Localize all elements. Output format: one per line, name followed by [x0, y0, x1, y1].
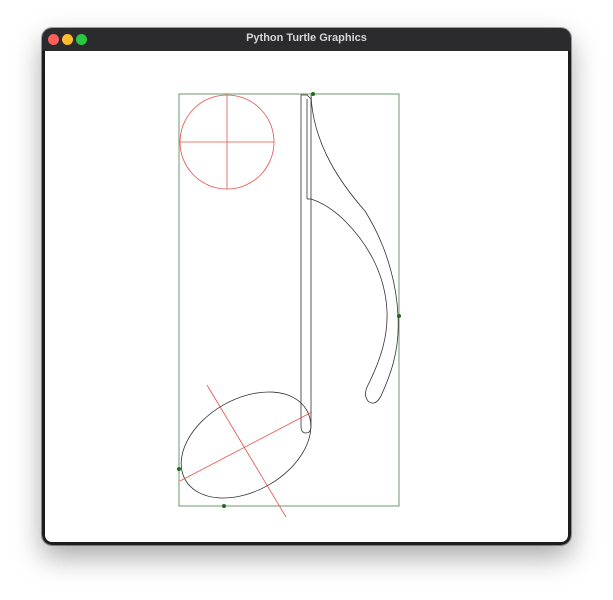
note-head-axes — [179, 384, 313, 518]
turtle-window: Python Turtle Graphics — [42, 28, 571, 545]
key-points — [177, 92, 401, 508]
window-title: Python Turtle Graphics — [246, 32, 367, 44]
turtle-canvas[interactable] — [45, 51, 568, 543]
drawing-svg — [177, 92, 401, 518]
title-bar[interactable]: Python Turtle Graphics — [42, 28, 571, 51]
note-stem — [300, 94, 312, 434]
bounding-box — [178, 93, 400, 507]
note-flag — [310, 94, 399, 404]
construction-circle — [179, 94, 275, 190]
note-head — [180, 391, 312, 499]
